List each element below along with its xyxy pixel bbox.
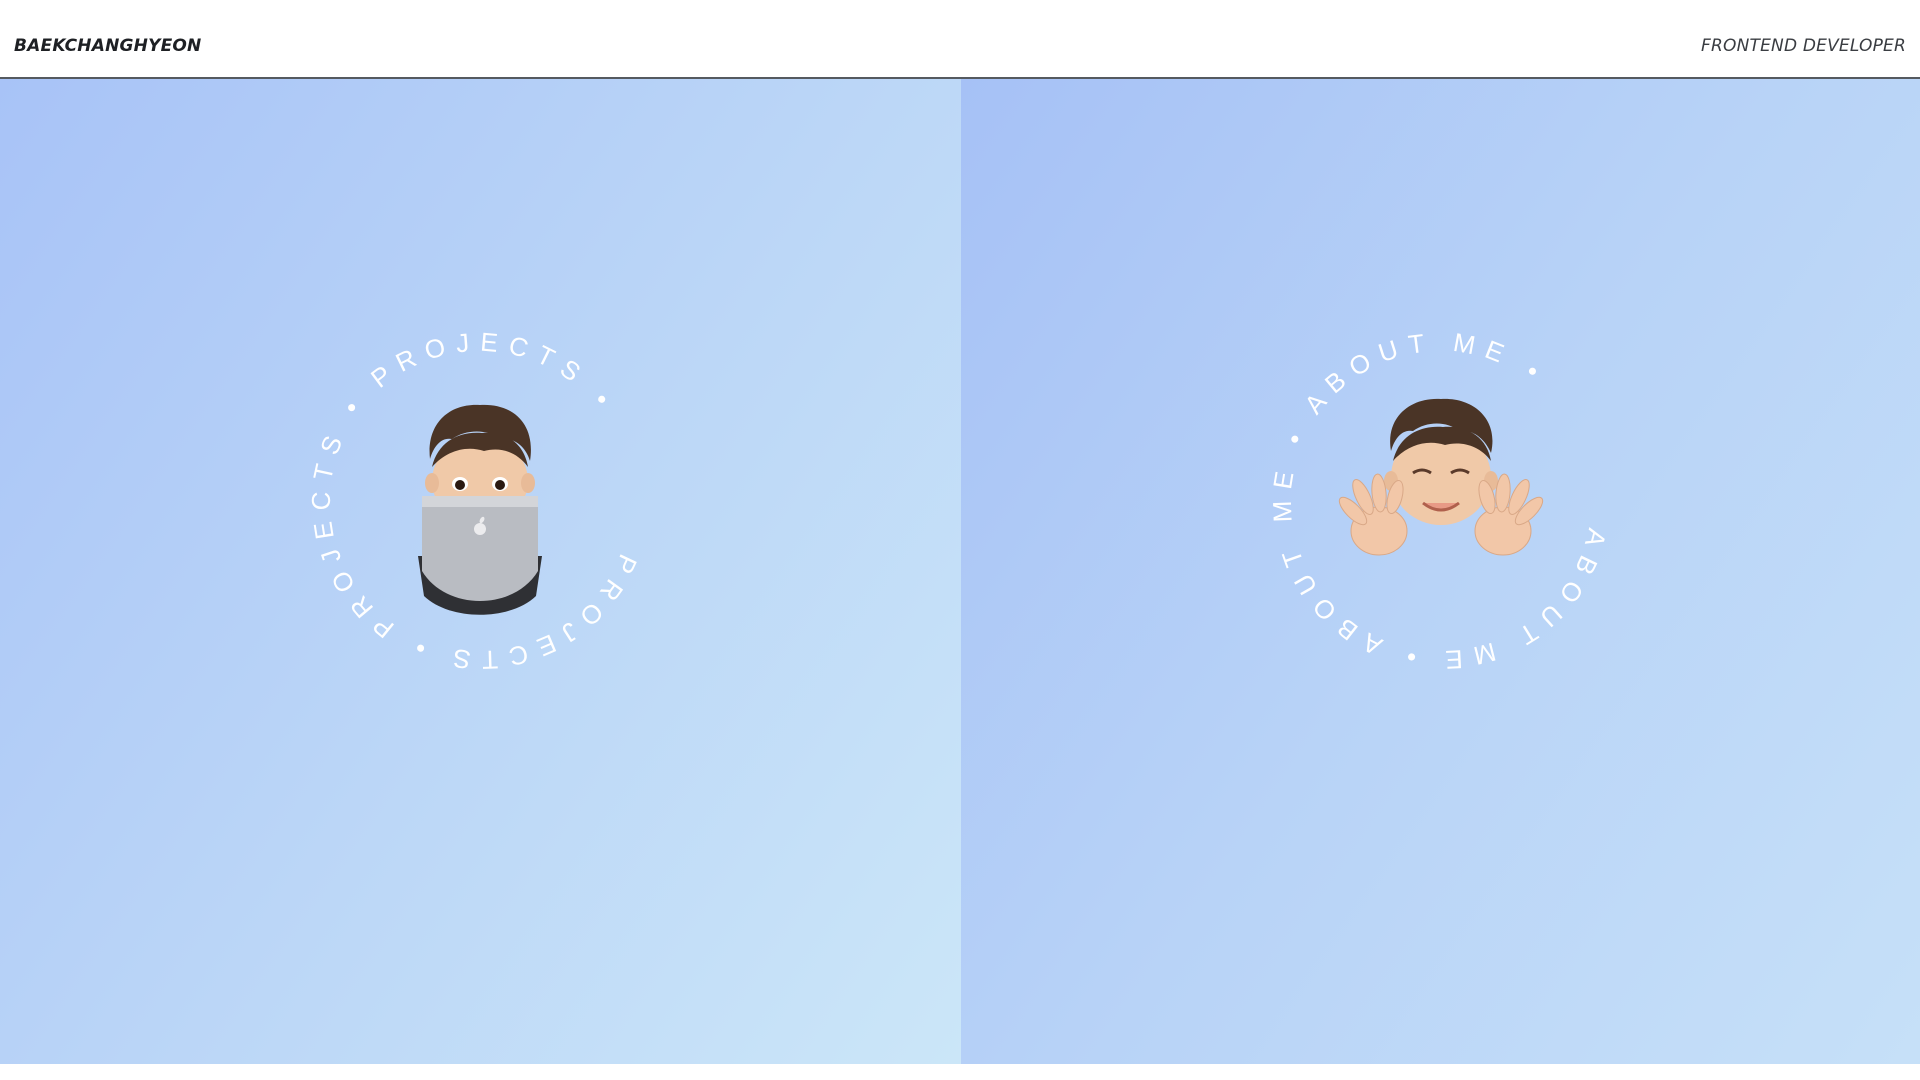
projects-badge[interactable]: PROJECTS • PROJECTS • PROJECTS • bbox=[300, 321, 660, 681]
bottom-strip bbox=[0, 1064, 1920, 1080]
memoji-with-laptop-icon bbox=[418, 404, 542, 615]
projects-ring[interactable]: PROJECTS • PROJECTS • PROJECTS • bbox=[300, 321, 660, 681]
site-role: FRONTEND DEVELOPER bbox=[1701, 36, 1906, 56]
about-me-ring[interactable]: ABOUT ME • ABOUT ME • ABOUT ME • bbox=[1261, 321, 1621, 681]
site-brand[interactable]: BAEKCHANGHYEON bbox=[14, 36, 201, 56]
memoji-waving-hands-icon bbox=[1338, 398, 1544, 556]
about-me-badge[interactable]: ABOUT ME • ABOUT ME • ABOUT ME • bbox=[1261, 321, 1621, 681]
top-header: BAEKCHANGHYEON FRONTEND DEVELOPER bbox=[0, 0, 1920, 79]
